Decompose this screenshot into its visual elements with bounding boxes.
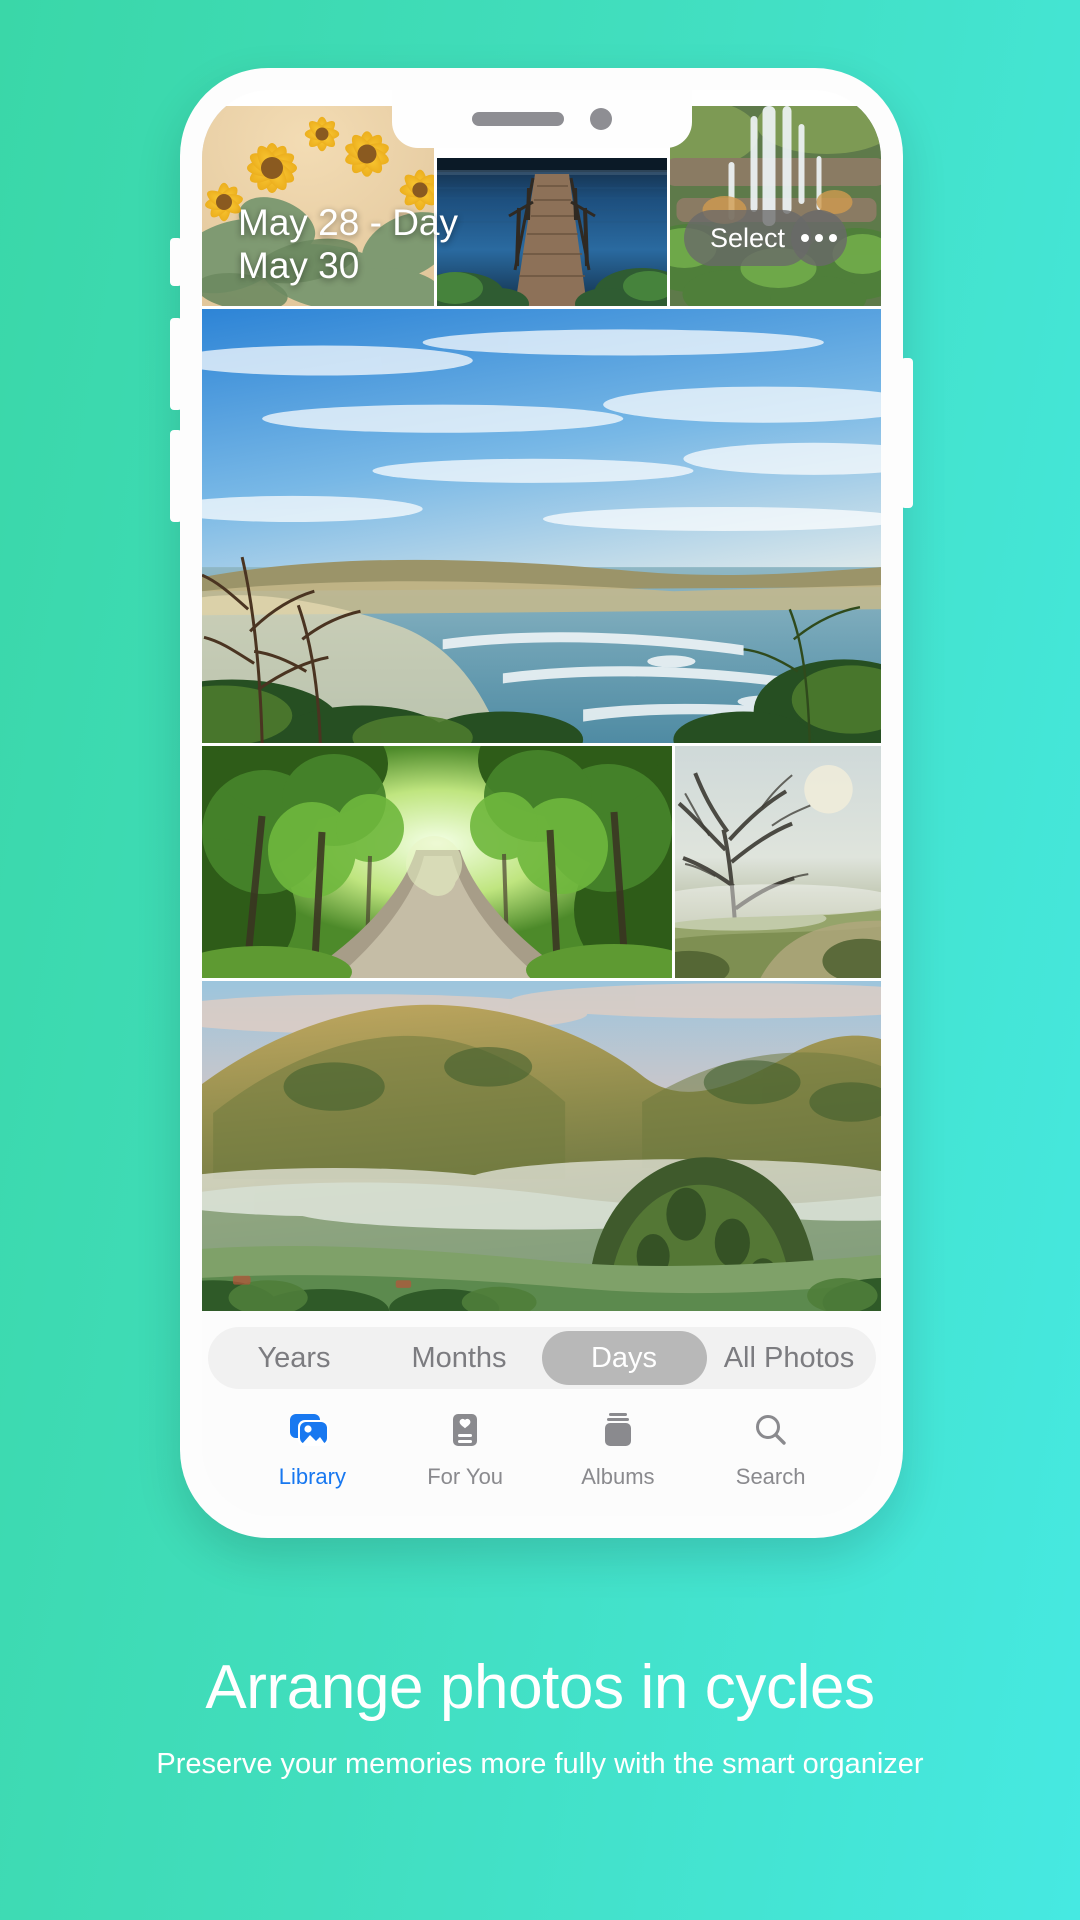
for-you-card-icon	[445, 1407, 485, 1455]
photo-thumbnail-waterfall[interactable]	[670, 106, 881, 306]
tab-label: Library	[278, 1464, 346, 1489]
photo-grid[interactable]	[202, 90, 881, 1311]
photo-thumbnail-lane[interactable]	[202, 746, 672, 978]
tab-library[interactable]: Library	[237, 1407, 387, 1490]
front-camera-icon	[589, 108, 612, 130]
speaker-grille-icon	[471, 112, 564, 126]
segment-months[interactable]: Months	[377, 1331, 542, 1385]
silent-switch[interactable]	[170, 238, 182, 286]
segment-all-photos[interactable]: All Photos	[707, 1331, 872, 1385]
power-button[interactable]	[901, 358, 913, 508]
tab-label: For You	[427, 1464, 504, 1489]
phone-screen: May 28 - Day May 30 Select Years Months …	[202, 90, 881, 1516]
volume-up-button[interactable]	[170, 318, 182, 410]
segment-days[interactable]: Days	[541, 1331, 707, 1385]
page-title: Arrange photos in cycles	[205, 1653, 875, 1722]
tab-for-you[interactable]: For You	[390, 1407, 540, 1490]
photo-row	[202, 981, 881, 1311]
tab-search[interactable]: Search	[696, 1407, 846, 1490]
photos-toolbar: Select	[683, 210, 847, 266]
phone-notch	[391, 90, 692, 148]
albums-stack-icon	[598, 1407, 638, 1455]
tab-albums[interactable]: Albums	[543, 1407, 693, 1490]
photo-thumbnail-coast[interactable]	[202, 309, 881, 743]
phone-mockup: May 28 - Day May 30 Select Years Months …	[170, 68, 913, 1538]
timeline-segmented-control[interactable]: Years Months Days All Photos	[207, 1327, 876, 1389]
ellipsis-dot	[829, 234, 837, 242]
photo-thumbnail-valley[interactable]	[202, 981, 881, 1311]
photo-stack-icon	[289, 1407, 335, 1455]
app-bottom-chrome: Years Months Days All Photos Library For…	[202, 1311, 881, 1516]
tab-label: Albums	[581, 1464, 655, 1489]
photo-row	[202, 746, 881, 978]
ellipsis-icon[interactable]	[791, 210, 847, 266]
photo-thumbnail-pier[interactable]	[437, 158, 667, 306]
tab-bar: Library For You Albums Search	[202, 1407, 881, 1490]
segment-years[interactable]: Years	[212, 1331, 377, 1385]
page-subtitle: Preserve your memories more fully with t…	[156, 1748, 924, 1780]
photo-thumbnail-misty-tree[interactable]	[675, 746, 881, 978]
ellipsis-dot	[815, 234, 823, 242]
photo-row	[202, 309, 881, 743]
search-icon	[751, 1407, 791, 1455]
volume-down-button[interactable]	[170, 430, 182, 522]
ellipsis-dot	[801, 234, 809, 242]
tab-label: Search	[735, 1464, 806, 1489]
